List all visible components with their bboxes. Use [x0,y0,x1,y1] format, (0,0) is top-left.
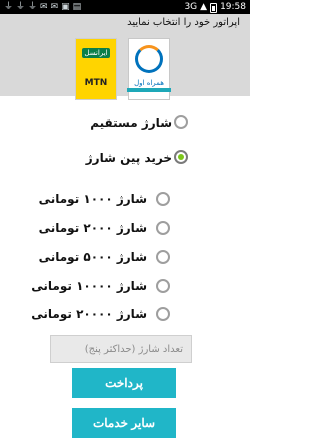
wifi-icon: ▲ [200,2,208,12]
radio-amount-2000-button[interactable] [156,221,170,235]
status-bar: ⏚ ⏚ ⏚ ✉ ✉ ▣ ▤ 3G ▲ 19:58 [0,0,250,14]
radio-amount-10000-button[interactable] [156,279,170,293]
radio-direct-charge-button[interactable] [174,115,188,129]
system-icons: 3G ▲ 19:58 [184,1,246,13]
radio-amount-1000-button[interactable] [156,192,170,206]
mci-label: همراه اول [134,79,164,87]
notification-icons: ⏚ ⏚ ⏚ ✉ ✉ ▣ ▤ [4,1,81,13]
operator-selected-indicator [127,88,171,92]
usb-icon: ⏚ [4,2,14,12]
pay-button[interactable]: پرداخت [72,368,176,398]
radio-label: شارژ ۲۰۰۰ تومانی [38,221,147,235]
charge-count-input[interactable] [51,336,191,362]
irancell-label: ایرانسل [82,48,110,58]
radio-amount-20000[interactable]: شارژ ۲۰۰۰۰ تومانی [0,305,250,323]
battery-icon [210,3,218,13]
charge-count-field[interactable] [50,335,192,363]
irancell-logo: ایرانسل [76,39,116,67]
radio-amount-1000[interactable]: شارژ ۱۰۰۰ تومانی [0,190,250,208]
radio-amount-2000[interactable]: شارژ ۲۰۰۰ تومانی [0,219,250,237]
3g-icon: 3G [184,2,198,12]
radio-label: شارژ ۵۰۰۰ تومانی [38,250,147,264]
operator-irancell-button[interactable]: ایرانسل MTN [75,38,117,100]
radio-amount-5000-button[interactable] [156,250,170,264]
radio-label: شارژ ۱۰۰۰۰ تومانی [31,279,147,293]
mtn-logo: MTN [76,70,116,96]
chat-icon: ✉ [50,2,59,12]
radio-pin-charge[interactable]: خرید پین شارژ [0,149,250,167]
radio-amount-10000[interactable]: شارژ ۱۰۰۰۰ تومانی [0,277,250,295]
clock: 19:58 [220,2,246,12]
other-services-button[interactable]: سایر خدمات [72,408,176,438]
usb-icon: ⏚ [28,2,38,12]
radio-amount-20000-button[interactable] [156,307,170,321]
mci-logo-icon [135,45,163,73]
radio-amount-5000[interactable]: شارژ ۵۰۰۰ تومانی [0,248,250,266]
radio-pin-charge-button[interactable] [174,150,188,164]
usb-icon: ⏚ [16,2,26,12]
operator-title: اپراتور خود را انتخاب نمایید [127,17,240,28]
radio-label: شارژ مستقیم [90,116,172,130]
radio-direct-charge[interactable]: شارژ مستقیم [0,114,250,132]
mtn-label: MTN [84,78,108,88]
radio-label: شارژ ۲۰۰۰۰ تومانی [31,307,147,321]
radio-label: خرید پین شارژ [85,151,172,165]
radio-label: شارژ ۱۰۰۰ تومانی [38,192,147,206]
chat-icon: ✉ [40,2,48,12]
folder-icon: ▤ [72,2,82,12]
operator-panel: اپراتور خود را انتخاب نمایید ایرانسل MTN… [0,14,250,100]
wallet-icon: ▣ [61,2,70,12]
